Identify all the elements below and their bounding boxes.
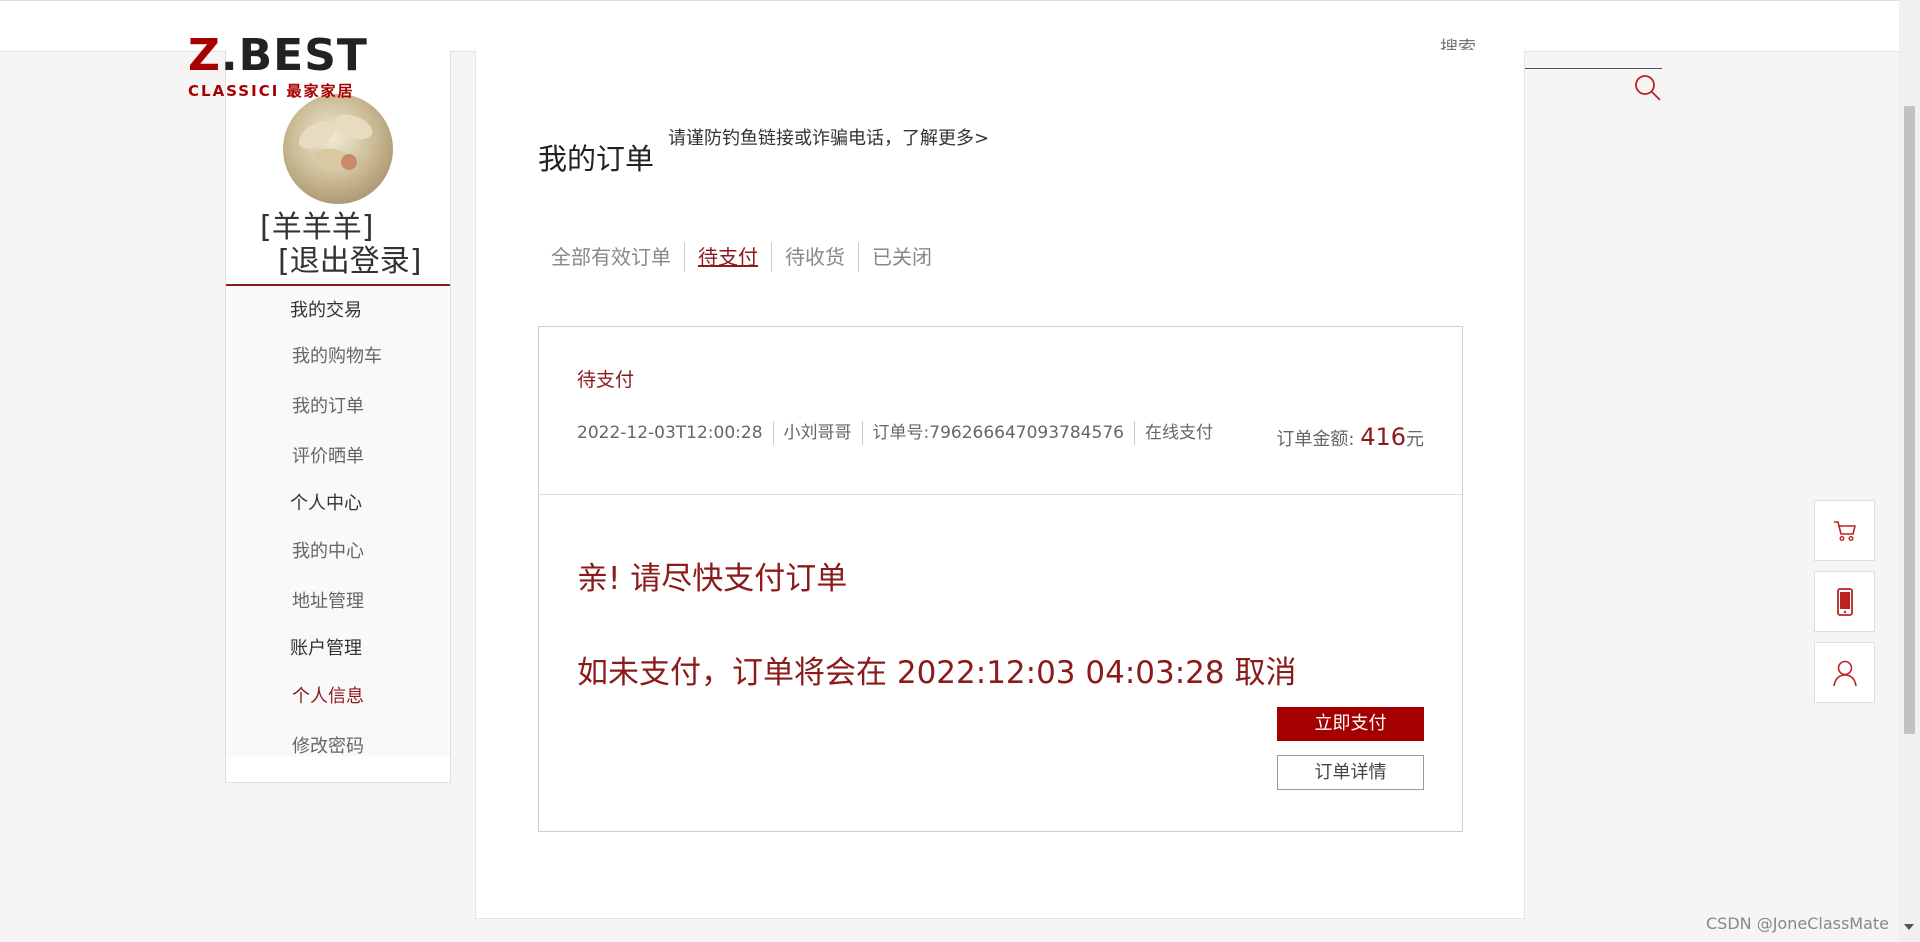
pay-now-button[interactable]: 立即支付	[1277, 707, 1424, 741]
brand-logo[interactable]: Z.BEST CLASSICI 最家家居	[188, 30, 368, 101]
amount-label: 订单金额:	[1276, 429, 1355, 450]
order-recipient: 小刘哥哥	[772, 421, 862, 445]
order-card: 待支付 2022-12-03T12:00:28 小刘哥哥 订单号:7962666…	[538, 326, 1463, 832]
tab-pending-payment[interactable]: 待支付	[684, 242, 771, 272]
scrollbar-thumb[interactable]	[1904, 106, 1915, 734]
menu-item-profile[interactable]: 个人信息	[292, 682, 364, 708]
page-title: 我的订单	[538, 142, 655, 176]
order-details-button[interactable]: 订单详情	[1277, 755, 1424, 790]
menu-item-orders[interactable]: 我的订单	[292, 392, 364, 418]
brand-name: Z.BEST	[188, 30, 368, 81]
order-time: 2022-12-03T12:00:28	[577, 423, 763, 443]
float-cart-button[interactable]	[1814, 500, 1875, 561]
tab-pending-receipt[interactable]: 待收货	[771, 242, 858, 272]
sidebar: [羊羊羊] [退出登录] 我的交易 我的购物车 我的订单 评价晒单 个人中心 我…	[225, 50, 451, 783]
menu-section-account: 账户管理	[290, 638, 362, 659]
float-phone-button[interactable]	[1814, 571, 1875, 632]
menu-item-address[interactable]: 地址管理	[292, 587, 364, 613]
order-amount: 订单金额: 416元	[1276, 423, 1424, 451]
order-payment-method: 在线支付	[1133, 421, 1223, 445]
menu-item-reviews[interactable]: 评价晒单	[292, 442, 364, 468]
avatar	[283, 94, 393, 204]
user-icon	[1832, 660, 1857, 686]
scroll-down-arrow[interactable]	[1904, 924, 1914, 930]
tab-closed[interactable]: 已关闭	[858, 242, 945, 272]
sidebar-menu: 我的交易 我的购物车 我的订单 评价晒单 个人中心 我的中心 地址管理 账户管理…	[226, 286, 450, 758]
order-tabs: 全部有效订单 待支付 待收货 已关闭	[538, 242, 945, 272]
order-number: 订单号:796266647093784576	[861, 421, 1134, 445]
amount-value: 416	[1360, 423, 1406, 451]
menu-section-transactions: 我的交易	[290, 300, 362, 321]
amount-currency: 元	[1406, 429, 1424, 450]
menu-section-personal-center: 个人中心	[290, 493, 362, 514]
logout-link[interactable]: [退出登录]	[278, 236, 421, 280]
watermark: CSDN @JoneClassMate	[1706, 914, 1890, 933]
phone-icon	[1836, 587, 1853, 616]
tab-all-orders[interactable]: 全部有效订单	[538, 242, 684, 272]
order-meta: 2022-12-03T12:00:28 小刘哥哥 订单号:79626664709…	[577, 421, 1223, 445]
payment-prompt: 亲! 请尽快支付订单	[577, 561, 848, 597]
cancel-deadline-notice: 如未支付，订单将会在 2022:12:03 04:03:28 取消	[577, 655, 1297, 691]
main-panel: 我的订单 请谨防钓鱼链接或诈骗电话，了解更多> 全部有效订单 待支付 待收货 已…	[475, 50, 1525, 919]
menu-item-my-center[interactable]: 我的中心	[292, 537, 364, 563]
vertical-scrollbar[interactable]	[1899, 0, 1920, 942]
order-divider	[539, 494, 1462, 495]
menu-item-change-password[interactable]: 修改密码	[292, 732, 364, 758]
menu-item-cart[interactable]: 我的购物车	[292, 342, 382, 368]
anti-fraud-notice-link[interactable]: 请谨防钓鱼链接或诈骗电话，了解更多>	[668, 124, 989, 150]
float-user-button[interactable]	[1814, 642, 1875, 703]
cart-icon	[1833, 520, 1856, 541]
brand-subtitle: CLASSICI 最家家居	[188, 82, 355, 100]
order-status: 待支付	[577, 369, 635, 391]
search-icon[interactable]	[1634, 74, 1662, 102]
